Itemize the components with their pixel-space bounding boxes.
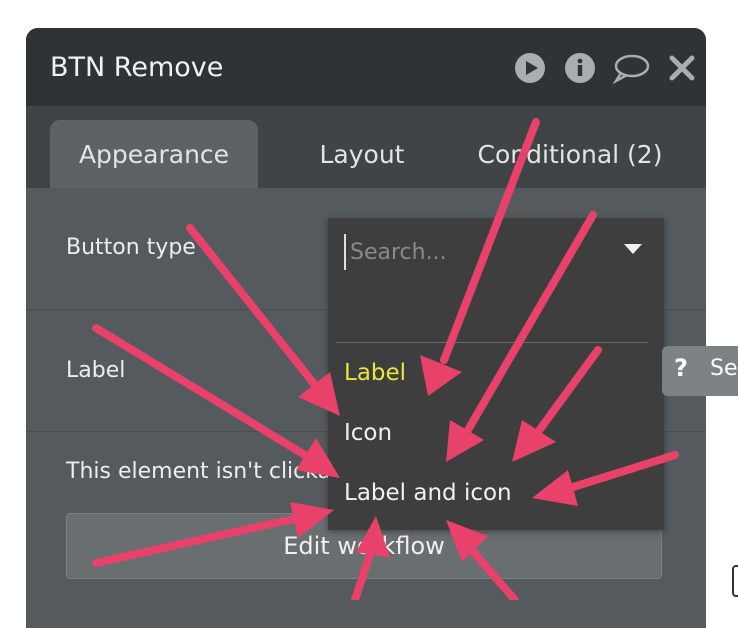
not-clickable-text: This element isn't clicka bbox=[66, 459, 332, 484]
tab-bar: Appearance Layout Conditional (2) bbox=[26, 106, 706, 188]
help-tab-text: Se bbox=[710, 356, 738, 381]
label-field-label: Label bbox=[66, 358, 126, 383]
tab-layout[interactable]: Layout bbox=[282, 120, 442, 188]
search-input[interactable] bbox=[344, 234, 592, 270]
comment-icon[interactable] bbox=[612, 52, 650, 85]
close-icon[interactable] bbox=[666, 52, 698, 84]
tab-appearance[interactable]: Appearance bbox=[50, 120, 258, 188]
option-label-and-icon[interactable]: Label and icon bbox=[344, 480, 512, 506]
option-label[interactable]: Label bbox=[344, 360, 406, 386]
question-icon: ? bbox=[674, 354, 688, 382]
dropdown-divider bbox=[336, 342, 648, 343]
tab-conditional[interactable]: Conditional (2) bbox=[474, 120, 666, 188]
option-icon[interactable]: Icon bbox=[344, 420, 392, 446]
button-type-label: Button type bbox=[66, 235, 196, 260]
help-tab[interactable]: ? Se bbox=[662, 346, 738, 396]
chevron-down-icon[interactable] bbox=[624, 244, 642, 254]
element-title: BTN Remove bbox=[50, 52, 224, 83]
partial-widget bbox=[732, 565, 738, 597]
play-icon[interactable] bbox=[514, 52, 546, 84]
button-type-dropdown[interactable]: Label Icon Label and icon bbox=[328, 218, 664, 530]
info-icon[interactable] bbox=[564, 52, 596, 84]
panel-header: BTN Remove bbox=[26, 28, 706, 106]
